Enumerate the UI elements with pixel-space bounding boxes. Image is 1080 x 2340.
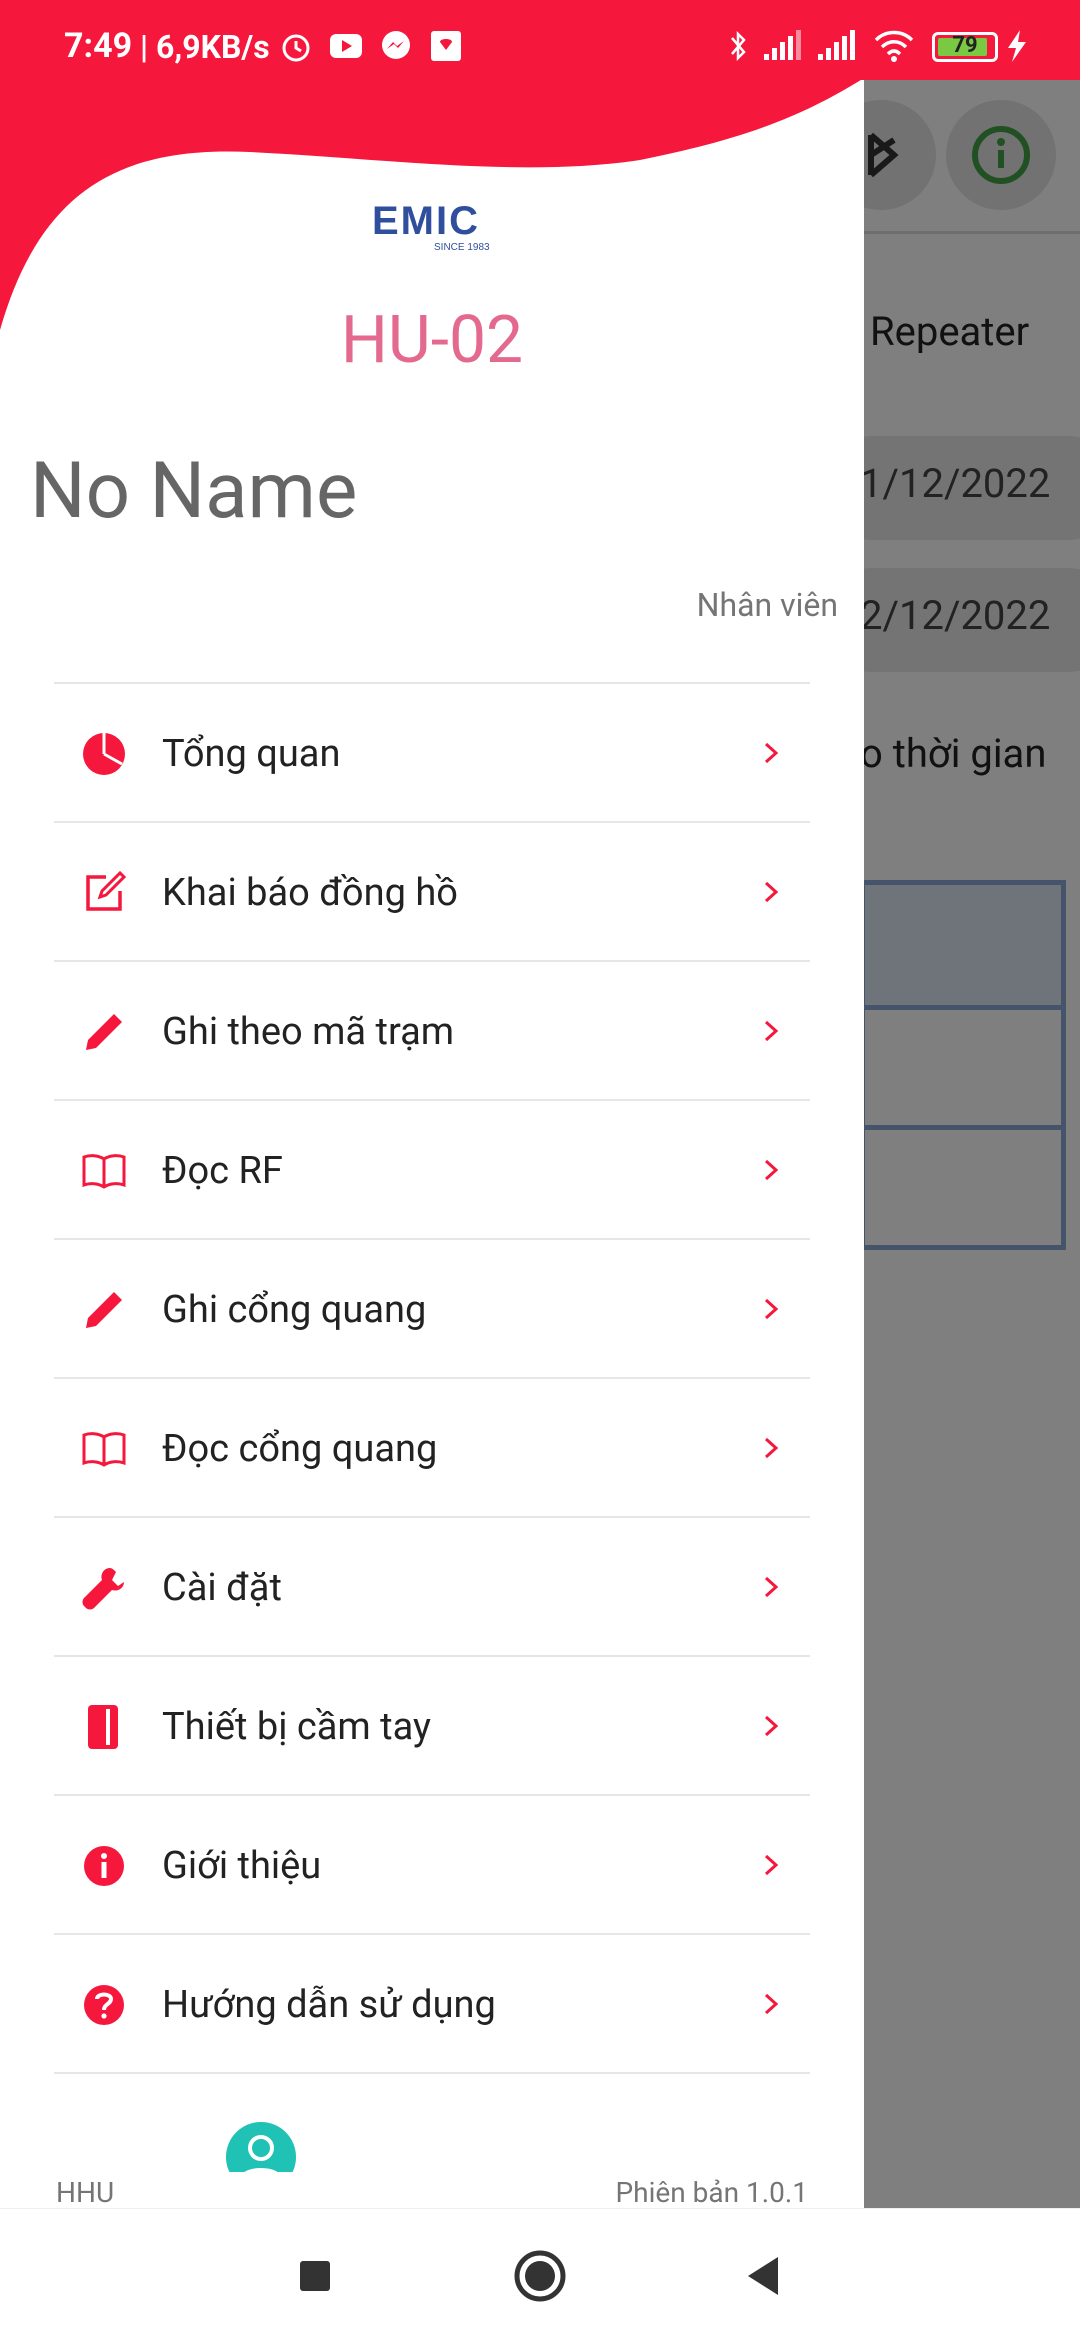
chevron-right-icon (764, 1854, 779, 1876)
emic-logo: EMIC SINCE 1983 (370, 196, 496, 256)
signal-icon (818, 30, 855, 60)
footer-brand: HHU (56, 2176, 115, 2208)
user-role: Nhân viên (696, 586, 838, 624)
bluetooth-icon (731, 30, 746, 62)
youtube-icon (330, 34, 362, 58)
battery-level: 79 (952, 33, 978, 58)
book-icon (82, 1432, 126, 1467)
menu-item-user-guide[interactable]: Hướng dẫn sử dụng (54, 1935, 810, 2074)
menu-item-label: Giới thiệu (162, 1844, 322, 1888)
edit-square-icon (86, 870, 127, 911)
status-bar: 7:49 | 6,9KB/s 79 (0, 0, 1080, 80)
drawer-menu: Tổng quan Khai báo đồng hồ Ghi theo mã t… (54, 682, 810, 2074)
menu-item-label: Cài đặt (162, 1566, 282, 1610)
menu-item-handheld-device[interactable]: Thiết bị cầm tay (54, 1657, 810, 1796)
device-id: HU-02 (340, 302, 524, 379)
pencil-icon (86, 1292, 122, 1328)
help-icon (84, 1985, 124, 2025)
menu-item-overview[interactable]: Tổng quan (54, 684, 810, 823)
user-name: No Name (30, 446, 358, 537)
battery-icon: 79 (932, 32, 998, 62)
menu-item-label: Thiết bị cầm tay (162, 1705, 431, 1749)
menu-item-write-optical-port[interactable]: Ghi cổng quang (54, 1240, 810, 1379)
chevron-right-icon (764, 1020, 779, 1042)
menu-item-read-optical-port[interactable]: Đọc cổng quang (54, 1379, 810, 1518)
wifi-icon (874, 30, 914, 62)
chevron-right-icon (764, 1576, 779, 1598)
info-icon (84, 1846, 124, 1886)
chevron-right-icon (764, 881, 779, 903)
pencil-icon (86, 1014, 122, 1050)
menu-item-settings[interactable]: Cài đặt (54, 1518, 810, 1657)
navigation-drawer: EMIC SINCE 1983 HU-02 No Name Nhân viên … (0, 0, 864, 2208)
menu-item-declare-meter[interactable]: Khai báo đồng hồ (54, 823, 810, 962)
alarm-icon (282, 34, 310, 62)
wrench-icon (82, 1568, 124, 1610)
svg-text:EMIC: EMIC (372, 199, 480, 243)
menu-item-about[interactable]: Giới thiệu (54, 1796, 810, 1935)
menu-item-label: Đọc cổng quang (162, 1427, 438, 1471)
messenger-icon (382, 31, 410, 59)
chevron-right-icon (764, 1298, 779, 1320)
chevron-right-icon (764, 1715, 779, 1737)
back-icon[interactable] (730, 2241, 800, 2311)
svg-text:SINCE 1983: SINCE 1983 (434, 242, 490, 253)
pie-chart-icon (83, 733, 125, 775)
menu-item-label: Ghi theo mã trạm (162, 1010, 455, 1054)
charging-icon (1008, 30, 1026, 62)
book-icon (82, 1154, 126, 1189)
chevron-right-icon (764, 1993, 779, 2015)
menu-item-label: Khai báo đồng hồ (162, 871, 458, 915)
menu-item-label: Ghi cổng quang (162, 1288, 427, 1332)
handheld-device-icon (88, 1705, 118, 1749)
signal-icon (764, 30, 801, 60)
chevron-right-icon (764, 742, 779, 764)
app-version: Phiên bản 1.0.1 (615, 2176, 809, 2208)
chevron-right-icon (764, 1437, 779, 1459)
chevron-right-icon (764, 1159, 779, 1181)
home-icon[interactable] (505, 2241, 575, 2311)
menu-item-record-by-station[interactable]: Ghi theo mã trạm (54, 962, 810, 1101)
status-time: 7:49 (64, 26, 133, 66)
network-speed: | 6,9KB/s (140, 28, 270, 66)
system-navigation-bar (0, 2208, 1080, 2340)
menu-item-read-rf[interactable]: Đọc RF (54, 1101, 810, 1240)
menu-item-label: Đọc RF (162, 1149, 283, 1193)
shopping-app-icon (431, 31, 461, 61)
menu-item-label: Hướng dẫn sử dụng (162, 1983, 496, 2027)
menu-item-label: Tổng quan (162, 732, 341, 776)
recents-icon[interactable] (280, 2241, 350, 2311)
